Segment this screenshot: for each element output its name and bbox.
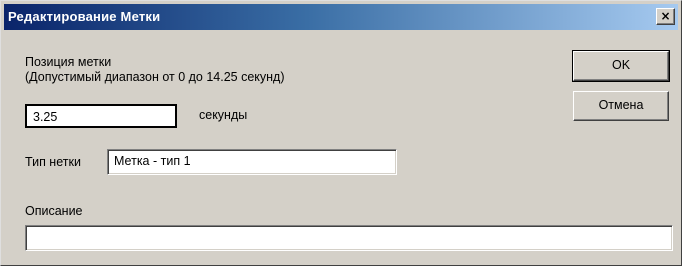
- dialog-title: Редактирование Метки: [8, 9, 161, 24]
- position-label: Позиция метки: [25, 55, 112, 69]
- edit-mark-dialog: Редактирование Метки × Позиция метки (До…: [0, 0, 682, 266]
- close-icon: ×: [660, 9, 671, 23]
- close-button[interactable]: ×: [656, 8, 675, 25]
- description-label: Описание: [25, 204, 83, 218]
- position-unit-label: секунды: [199, 108, 248, 122]
- position-range-hint: (Допустимый диапазон от 0 до 14.25 секун…: [25, 70, 285, 84]
- cancel-button[interactable]: Отмена: [573, 91, 669, 121]
- title-bar: Редактирование Метки ×: [4, 4, 678, 30]
- ok-button[interactable]: OK: [572, 50, 670, 82]
- mark-type-field[interactable]: Метка - тип 1: [107, 149, 397, 175]
- position-input[interactable]: 3.25: [25, 104, 177, 128]
- mark-type-label: Тип нетки: [25, 155, 81, 169]
- description-field[interactable]: [25, 225, 673, 251]
